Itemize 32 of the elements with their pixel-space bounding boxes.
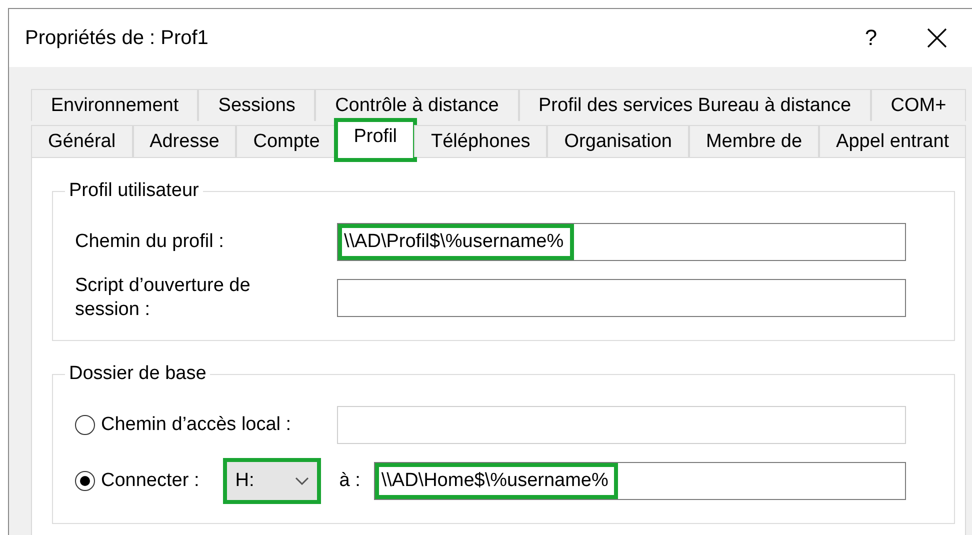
tab[interactable]: Contrôle à distance bbox=[315, 89, 519, 121]
field-label: Script d’ouverture de session : bbox=[75, 274, 252, 322]
caret-icon bbox=[295, 477, 310, 485]
radio-button[interactable] bbox=[75, 471, 95, 491]
input-field[interactable]: \\AD\Home$\%username% bbox=[374, 462, 906, 500]
help-button[interactable]: ? bbox=[856, 24, 886, 52]
tab[interactable]: Général bbox=[31, 125, 133, 157]
field-label: Chemin du profil : bbox=[75, 230, 225, 254]
tab[interactable]: Membre de bbox=[688, 125, 820, 157]
input-field[interactable] bbox=[337, 279, 906, 317]
close-icon[interactable] bbox=[926, 27, 948, 49]
field-value: \\AD\Profil$\%username% bbox=[338, 224, 574, 260]
group-title: Profil utilisateur bbox=[68, 180, 200, 202]
tab[interactable]: Compte bbox=[236, 125, 337, 157]
group-title: Dossier de base bbox=[68, 363, 208, 385]
tab[interactable]: Profil des services Bureau à distance bbox=[518, 89, 871, 121]
input-field[interactable]: \\AD\Profil$\%username% bbox=[337, 223, 906, 261]
tab[interactable]: Adresse bbox=[132, 125, 236, 157]
tab[interactable]: COM+ bbox=[870, 89, 966, 121]
tab[interactable]: Organisation bbox=[547, 125, 689, 157]
tab[interactable]: Profil bbox=[336, 121, 414, 159]
tab[interactable]: Sessions bbox=[198, 89, 316, 121]
drive-dropdown[interactable]: H: bbox=[227, 462, 318, 500]
window-title: Propriétés de : Prof1 bbox=[25, 26, 210, 50]
tab[interactable]: Téléphones bbox=[414, 125, 548, 157]
to-label: à : bbox=[339, 470, 360, 492]
radio-label[interactable]: Connecter : bbox=[101, 470, 200, 492]
tab[interactable]: Environnement bbox=[31, 89, 198, 121]
radio-label[interactable]: Chemin d’accès local : bbox=[101, 414, 292, 436]
field-value: \\AD\Home$\%username% bbox=[375, 463, 618, 499]
radio-button[interactable] bbox=[75, 415, 95, 435]
tab[interactable]: Appel entrant bbox=[819, 125, 966, 157]
